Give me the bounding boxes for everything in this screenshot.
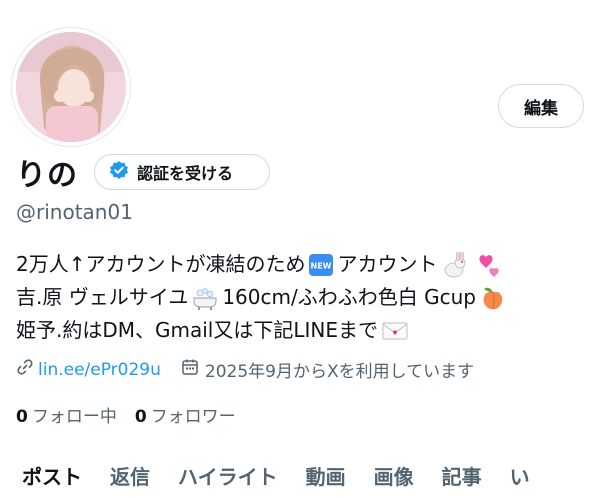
tab-likes[interactable]: い — [496, 452, 544, 498]
calendar-icon — [181, 358, 199, 381]
bio-line-2-text-a: 吉.原 ヴェルサイユ — [16, 285, 189, 309]
join-date: 2025年9月からXを利用しています — [181, 357, 474, 382]
revolving-hearts-icon — [474, 252, 502, 278]
tab-posts[interactable]: ポスト — [0, 452, 96, 498]
bio-line-1: 2万人↑アカウントが凍結のため NEW アカウント — [16, 248, 586, 281]
new-badge-icon: NEW — [308, 253, 334, 277]
svg-text:NEW: NEW — [311, 261, 332, 270]
followers-link[interactable]: 0 フォロワー — [135, 402, 236, 427]
bio-line-3: 姫予.約はDM、Gmail又は下記LINEまで — [16, 314, 586, 347]
edit-profile-label: 編集 — [524, 98, 558, 119]
bathtub-icon — [191, 285, 219, 311]
follow-stats: 0 フォロー中 0 フォロワー — [16, 402, 236, 427]
bio-line-1-text-b: アカウント — [337, 252, 438, 276]
get-verified-label: 認証を受ける — [137, 164, 234, 183]
following-count: 0 — [16, 407, 28, 427]
followers-label: フォロワー — [150, 407, 236, 427]
profile-meta: lin.ee/ePr029u 2025年9月からXを利用しています — [16, 357, 474, 382]
get-verified-button[interactable]: 認証を受ける — [94, 154, 270, 190]
tab-replies[interactable]: 返信 — [96, 452, 164, 498]
profile-bio: 2万人↑アカウントが凍結のため NEW アカウント 吉.原 ヴェルサイユ 160… — [16, 248, 586, 347]
love-letter-icon — [381, 320, 409, 342]
followers-count: 0 — [134, 407, 147, 427]
edit-profile-button[interactable]: 編集 — [498, 84, 584, 128]
join-date-text: 2025年9月からXを利用しています — [204, 362, 475, 382]
bio-line-3-text-a: 姫予.約はDM、Gmail又は下記LINEまで — [16, 318, 379, 342]
link-icon — [16, 358, 34, 381]
tab-highlights[interactable]: ハイライト — [164, 452, 292, 498]
following-link[interactable]: 0 フォロー中 — [16, 402, 117, 427]
bio-line-2-text-b: 160cm/ふわふわ色白 Gcup — [222, 285, 476, 309]
peach-icon — [479, 284, 507, 312]
bio-line-1-text-a: 2万人↑アカウントが凍結のため — [16, 252, 306, 276]
following-label: フォロー中 — [31, 407, 117, 427]
tab-articles[interactable]: 記事 — [428, 452, 496, 498]
bio-line-2: 吉.原 ヴェルサイユ 160cm/ふわふわ色白 Gcup — [16, 281, 586, 314]
avatar-photo — [16, 32, 126, 142]
profile-tabs: ポスト 返信 ハイライト 動画 画像 記事 い — [0, 452, 600, 498]
profile-avatar[interactable] — [12, 28, 130, 146]
display-name: りの — [16, 158, 78, 193]
verified-badge-icon — [109, 160, 129, 184]
tab-videos[interactable]: 動画 — [292, 452, 360, 498]
tab-photos[interactable]: 画像 — [360, 452, 428, 498]
rabbit-icon — [440, 251, 468, 278]
profile-website-link[interactable]: lin.ee/ePr029u — [38, 360, 161, 380]
user-handle: @rinotan01 — [16, 200, 133, 224]
